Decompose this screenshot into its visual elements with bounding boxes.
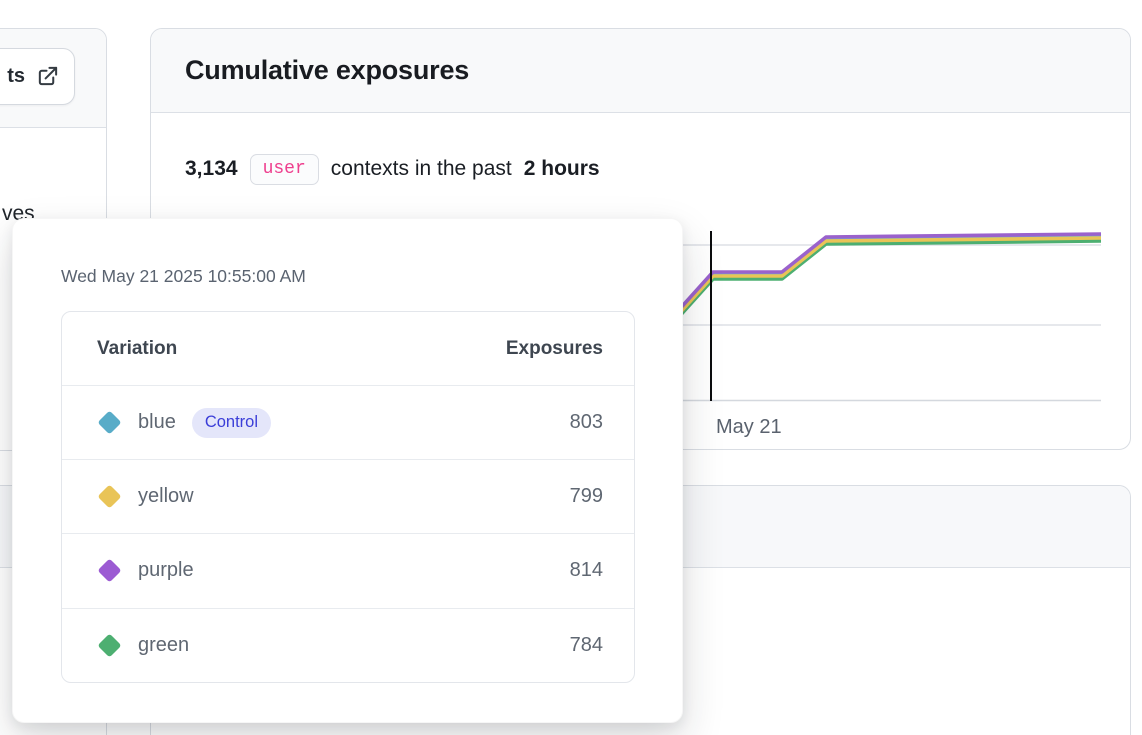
control-badge: Control (192, 408, 271, 438)
variation-diamond-icon (97, 559, 121, 583)
variation-diamond-icon (97, 633, 121, 657)
card-title: Cumulative exposures (185, 55, 469, 86)
table-row: green 784 (62, 608, 634, 682)
table-row: purple 814 (62, 533, 634, 607)
exposures-value: 814 (570, 559, 603, 582)
tooltip-table-header: Variation Exposures (62, 312, 634, 385)
series-line-blue (631, 237, 1101, 366)
variation-name: green (138, 634, 189, 657)
exposures-column-header: Exposures (506, 338, 603, 360)
series-line-green (631, 241, 1101, 370)
page: ves ts Cumulative exposures 3,134 user c… (0, 0, 1142, 735)
external-link-icon (36, 65, 59, 88)
table-row: blue Control 803 (62, 385, 634, 459)
variation-name: blue (138, 411, 176, 434)
x-axis-tick-label: May 21 (716, 416, 782, 438)
exposures-value: 803 (570, 411, 603, 434)
series-lines (631, 234, 1101, 370)
variation-name: yellow (138, 485, 194, 508)
open-external-button[interactable]: ts (0, 48, 75, 105)
series-line-purple (631, 234, 1101, 363)
exposures-card-header: Cumulative exposures (151, 29, 1130, 113)
tooltip-timestamp: Wed May 21 2025 10:55:00 AM (61, 266, 306, 287)
variation-column-header: Variation (97, 338, 177, 360)
tooltip-table: Variation Exposures blue Control 803 yel… (61, 311, 635, 683)
open-external-button-label: ts (7, 65, 25, 88)
variation-diamond-icon (97, 485, 121, 509)
variation-diamond-icon (97, 411, 121, 435)
chart-tooltip: Wed May 21 2025 10:55:00 AM Variation Ex… (12, 218, 683, 723)
variation-name: purple (138, 559, 194, 582)
exposures-value: 784 (570, 634, 603, 657)
exposures-value: 799 (570, 485, 603, 508)
table-row: yellow 799 (62, 459, 634, 533)
series-line-yellow (631, 238, 1101, 367)
